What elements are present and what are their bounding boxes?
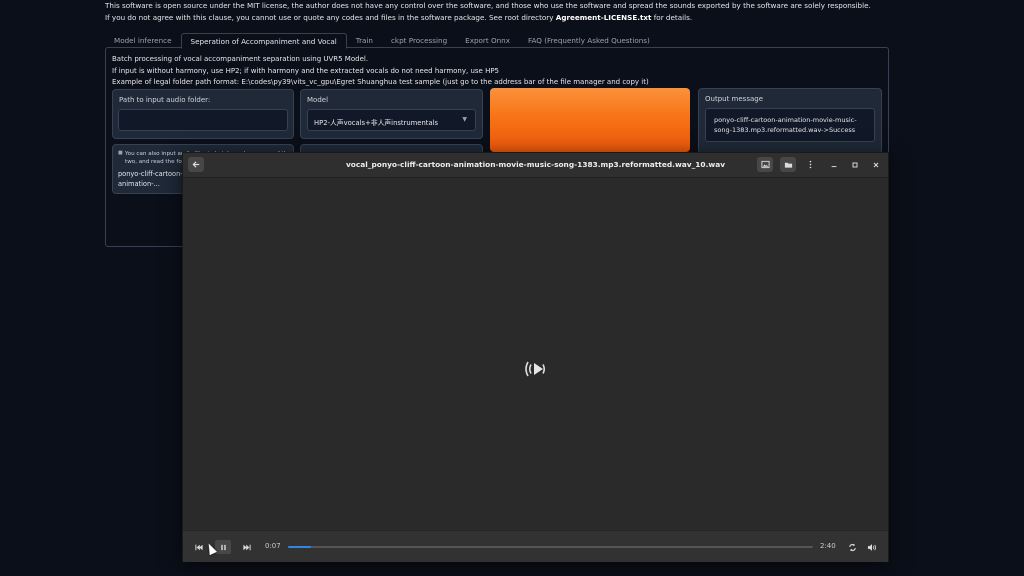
output-message-field[interactable]: ponyo-cliff-cartoon-animation-movie-musi…: [705, 108, 875, 142]
repeat-button[interactable]: [844, 540, 860, 554]
hint-bullet-icon: ■: [118, 150, 123, 156]
model-dropdown[interactable]: HP2-人声vocals+非人声instrumentals ▼: [307, 109, 476, 131]
description-line2: If input is without harmony, use HP2; if…: [112, 67, 500, 75]
tab-separation[interactable]: Seperation of Accompaniment and Vocal: [180, 33, 347, 49]
tab-train[interactable]: Train: [347, 33, 382, 47]
model-selected: HP2-人声vocals+非人声instrumentals: [314, 119, 439, 127]
description-line3: Example of legal folder path format: E:\…: [112, 78, 649, 86]
previous-button[interactable]: [191, 540, 207, 554]
tab-ckpt-processing[interactable]: ckpt Processing: [382, 33, 456, 47]
pause-icon: [220, 544, 226, 550]
screenshot-icon: [760, 160, 770, 169]
license-notice-line1: This software is open source under the M…: [105, 1, 871, 10]
output-label: Output message: [705, 95, 763, 103]
license-notice-text: If you do not agree with this clause, yo…: [105, 13, 556, 22]
repeat-icon: [848, 543, 856, 551]
close-icon: [873, 162, 879, 167]
description-line1: Batch processing of vocal accompaniment …: [112, 55, 369, 63]
close-button[interactable]: [868, 157, 884, 172]
minimize-icon: [831, 165, 837, 167]
model-label: Model: [307, 96, 329, 104]
audio-stream-icon: [525, 361, 546, 377]
menu-button[interactable]: [802, 157, 818, 172]
player-titlebar: vocal_ponyo-cliff-cartoon-animation-movi…: [183, 153, 888, 178]
current-time: 0:07: [265, 542, 281, 550]
volume-button[interactable]: [864, 540, 880, 554]
seek-bar[interactable]: [288, 546, 813, 548]
tab-model-inference[interactable]: Model inference: [105, 33, 181, 47]
media-player-window: vocal_ponyo-cliff-cartoon-animation-movi…: [182, 152, 889, 562]
seek-progress: [288, 546, 312, 548]
output-block: Output message ponyo-cliff-cartoon-anima…: [698, 88, 882, 154]
skip-previous-icon: [195, 544, 203, 550]
video-area[interactable]: [183, 178, 888, 529]
input-path-field[interactable]: [118, 109, 288, 131]
minimize-button[interactable]: [826, 157, 842, 172]
volume-icon: [867, 543, 877, 551]
convert-button[interactable]: [490, 88, 690, 152]
kebab-menu-icon: [809, 160, 811, 169]
model-block: Model HP2-人声vocals+非人声instrumentals ▼: [300, 89, 483, 139]
input-path-block: Path to input audio folder:: [112, 89, 294, 139]
license-notice-suffix: for details.: [651, 13, 693, 22]
skip-next-icon: [243, 544, 251, 550]
pause-button[interactable]: [215, 540, 231, 554]
screenshot-button[interactable]: [757, 157, 773, 172]
chevron-down-icon: ▼: [462, 116, 467, 123]
tab-export-onnx[interactable]: Export Onnx: [456, 33, 519, 47]
open-folder-button[interactable]: [780, 157, 796, 172]
maximize-icon: [852, 162, 858, 167]
tab-faq[interactable]: FAQ (Frequently Asked Questions): [519, 33, 659, 47]
total-time: 2:40: [820, 542, 836, 550]
next-button[interactable]: [239, 540, 255, 554]
maximize-button[interactable]: [847, 157, 863, 172]
output-message: ponyo-cliff-cartoon-animation-movie-musi…: [714, 116, 857, 134]
license-notice-line2: If you do not agree with this clause, yo…: [105, 13, 692, 22]
playback-controls: 0:07 2:40: [183, 530, 888, 562]
main-tabs: Model inference Seperation of Accompanim…: [105, 33, 659, 49]
input-path-label: Path to input audio folder:: [119, 96, 211, 104]
license-file-name: Agreement-LICENSE.txt: [555, 13, 652, 22]
open-folder-icon: [784, 162, 792, 168]
